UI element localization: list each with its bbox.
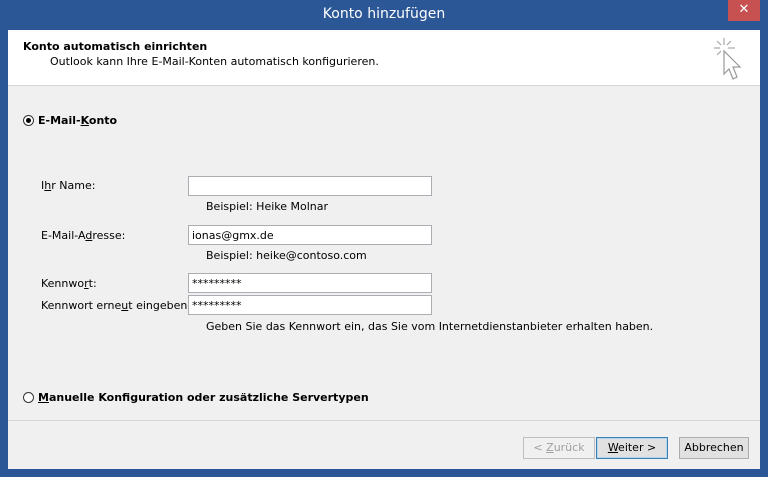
password-hint: Geben Sie das Kennwort ein, das Sie vom …: [206, 320, 654, 333]
back-button[interactable]: < Zurück: [523, 437, 595, 459]
radio-email-account[interactable]: E-Mail-Konto: [23, 114, 117, 127]
name-input[interactable]: [188, 176, 432, 196]
dialog-content: Konto automatisch einrichten Outlook kan…: [8, 30, 760, 469]
email-label: E-Mail-Adresse:: [41, 229, 126, 242]
wizard-cursor-icon: [714, 38, 742, 80]
dialog-window: Konto hinzufügen ✕ Konto automatisch ein…: [0, 0, 768, 477]
window-title: Konto hinzufügen: [322, 6, 446, 22]
radio-manual-config-indicator[interactable]: [23, 392, 34, 403]
cancel-button[interactable]: Abbrechen: [679, 437, 749, 459]
password-label: Kennwort:: [41, 277, 97, 290]
name-label: Ihr Name:: [41, 179, 96, 192]
footer-divider: [8, 420, 760, 421]
password-input[interactable]: [188, 273, 432, 293]
radio-manual-config-label: Manuelle Konfiguration oder zusätzliche …: [38, 391, 369, 404]
title-bar[interactable]: Konto hinzufügen ✕: [0, 0, 768, 30]
header-title: Konto automatisch einrichten: [23, 40, 208, 53]
header-subtitle: Outlook kann Ihre E-Mail-Konten automati…: [50, 55, 379, 68]
email-input[interactable]: [188, 225, 432, 245]
close-button[interactable]: ✕: [728, 0, 760, 21]
radio-manual-config[interactable]: Manuelle Konfiguration oder zusätzliche …: [23, 391, 369, 404]
name-hint: Beispiel: Heike Molnar: [206, 200, 329, 213]
radio-email-account-label: E-Mail-Konto: [38, 114, 118, 127]
close-icon: ✕: [738, 2, 750, 17]
password-repeat-input[interactable]: [188, 295, 432, 315]
email-hint: Beispiel: heike@contoso.com: [206, 249, 367, 262]
radio-email-account-indicator[interactable]: [23, 115, 34, 126]
password-repeat-label: Kennwort erneut eingeben:: [41, 299, 192, 312]
next-button[interactable]: Weiter >: [596, 437, 668, 459]
wizard-header: Konto automatisch einrichten Outlook kan…: [8, 30, 760, 86]
